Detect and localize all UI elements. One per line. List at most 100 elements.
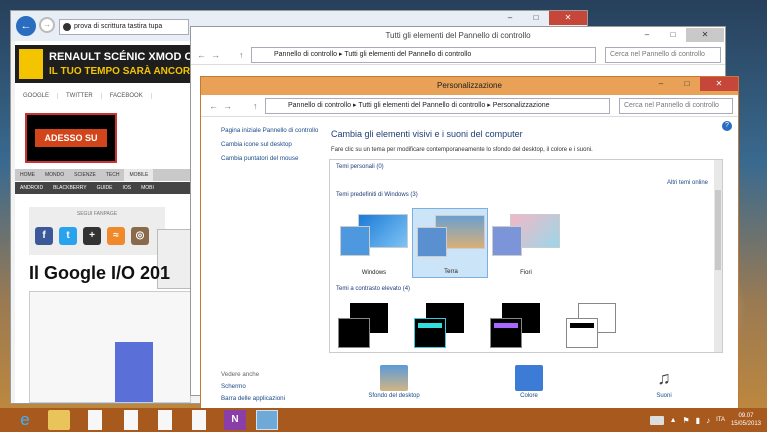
rss-icon[interactable]: ≈ bbox=[107, 227, 125, 245]
address-bar[interactable]: Pannello di controllo ▸ Tutti gli elemen… bbox=[265, 98, 610, 114]
back-arrow-icon[interactable]: ← bbox=[209, 101, 218, 111]
link-display[interactable]: Schermo bbox=[221, 381, 285, 393]
nav-scienze[interactable]: SCIENZE bbox=[69, 169, 101, 181]
internet-explorer-icon[interactable]: e bbox=[14, 410, 36, 430]
minimize-icon[interactable]: – bbox=[497, 11, 523, 25]
theme-high-contrast-1[interactable] bbox=[338, 303, 388, 348]
onenote-icon[interactable]: N bbox=[224, 410, 246, 430]
back-button[interactable]: ← bbox=[16, 16, 36, 36]
control-panel-taskbar-icon[interactable] bbox=[256, 410, 278, 430]
close-icon[interactable]: ✕ bbox=[700, 77, 738, 91]
page-description: Fare clic su un tema per modificare cont… bbox=[331, 147, 593, 153]
theme-high-contrast-black[interactable] bbox=[490, 303, 540, 348]
theme-color-swatch bbox=[492, 226, 522, 256]
document-icon[interactable] bbox=[88, 410, 102, 430]
theme-color-swatch bbox=[340, 226, 370, 256]
article-headline[interactable]: Il Google I/O 201 bbox=[29, 263, 170, 284]
language-indicator[interactable]: ITA bbox=[716, 417, 725, 423]
social-link-twitter[interactable]: TWITTER bbox=[58, 93, 102, 99]
desktop-background-label: Sfondo del desktop bbox=[368, 393, 420, 399]
network-icon[interactable]: ▮ bbox=[696, 416, 700, 425]
cp-address-bar[interactable]: Pannello di controllo ▸ Tutti gli elemen… bbox=[251, 47, 596, 63]
up-arrow-icon[interactable]: ↑ bbox=[239, 50, 244, 60]
social-link-facebook[interactable]: FACEBOOK bbox=[102, 93, 152, 99]
address-bar[interactable]: prova di scrittura tastira tupa bbox=[59, 19, 189, 35]
browser-window-controls: – □ ✕ bbox=[497, 11, 587, 25]
flag-icon[interactable]: ⚑ bbox=[683, 416, 690, 425]
volume-icon[interactable]: ♪ bbox=[706, 416, 710, 425]
minimize-icon[interactable]: – bbox=[648, 77, 674, 91]
maximize-icon[interactable]: □ bbox=[674, 77, 700, 91]
sounds-setting[interactable]: ♫ Suoni bbox=[619, 365, 709, 399]
link-control-panel-home[interactable]: Pagina iniziale Pannello di controllo bbox=[221, 127, 321, 135]
breadcrumb-item[interactable]: Tutti gli elementi del Pannello di contr… bbox=[344, 51, 471, 58]
theme-high-contrast-2[interactable] bbox=[414, 303, 464, 348]
close-icon[interactable]: ✕ bbox=[686, 28, 724, 42]
page-heading: Cambia gli elementi visivi e i suoni del… bbox=[331, 129, 523, 139]
document-icon[interactable] bbox=[192, 410, 206, 430]
ad-banner[interactable]: RENAULT SCÉNIC XMOD C IL TUO TEMPO SARÀ … bbox=[15, 45, 191, 83]
subnav-guide[interactable]: GUIDE bbox=[92, 182, 118, 194]
color-setting[interactable]: Colore bbox=[484, 365, 574, 399]
desktop-background-setting[interactable]: Sfondo del desktop bbox=[349, 365, 439, 399]
link-more-themes[interactable]: Altri temi online bbox=[667, 180, 708, 186]
breadcrumb-item[interactable]: Pannello di controllo bbox=[274, 51, 337, 58]
plus-icon[interactable]: + bbox=[83, 227, 101, 245]
keyboard-icon[interactable] bbox=[649, 415, 664, 425]
address-text: prova di scrittura tastira tupa bbox=[74, 23, 163, 30]
subnav-android[interactable]: ANDROID bbox=[15, 182, 48, 194]
notification-arrow-icon[interactable]: ▲ bbox=[670, 417, 677, 424]
back-arrow-icon[interactable]: ← bbox=[197, 50, 206, 60]
facebook-icon[interactable]: f bbox=[35, 227, 53, 245]
close-icon[interactable]: ✕ bbox=[549, 11, 587, 25]
group-personal-themes: Temi personali (0) bbox=[336, 164, 384, 170]
search-input[interactable]: Cerca nel Pannello di controllo bbox=[619, 98, 733, 114]
instagram-icon[interactable]: ◎ bbox=[131, 227, 149, 245]
theme-windows[interactable]: Windows bbox=[336, 208, 412, 278]
personalization-body: ? Pagina iniziale Pannello di controllo … bbox=[201, 117, 738, 410]
document-icon[interactable] bbox=[158, 410, 172, 430]
help-icon[interactable]: ? bbox=[722, 121, 732, 131]
ad-block[interactable]: ADESSO SU bbox=[25, 113, 117, 163]
see-also-heading: Vedere anche bbox=[221, 371, 260, 378]
maximize-icon[interactable]: □ bbox=[660, 28, 686, 42]
link-taskbar[interactable]: Barra delle applicazioni bbox=[221, 393, 285, 405]
window-title: Personalizzazione bbox=[437, 81, 502, 90]
group-high-contrast: Temi a contrasto elevato (4) bbox=[336, 286, 411, 292]
theme-high-contrast-white[interactable] bbox=[566, 303, 616, 348]
up-arrow-icon[interactable]: ↑ bbox=[253, 101, 258, 111]
breadcrumb-item[interactable]: Pannello di controllo bbox=[288, 102, 351, 109]
scrollbar[interactable] bbox=[714, 160, 722, 352]
clock[interactable]: 09.07 15/05/2013 bbox=[731, 412, 761, 428]
subnav-blackberry[interactable]: BLACKBERRY bbox=[48, 182, 92, 194]
follow-box: SEGUI FANPAGE f t + ≈ ◎ bbox=[29, 207, 165, 255]
cp-search-input[interactable]: Cerca nel Pannello di controllo bbox=[605, 47, 721, 63]
nav-tech[interactable]: TECH bbox=[101, 169, 125, 181]
color-label: Colore bbox=[520, 393, 538, 399]
link-change-desktop-icons[interactable]: Cambia icone sul desktop bbox=[221, 141, 321, 149]
clock-time: 09.07 bbox=[738, 413, 754, 419]
forward-arrow-icon[interactable]: → bbox=[223, 101, 232, 111]
forward-button[interactable]: → bbox=[39, 17, 55, 33]
nav-home[interactable]: HOME bbox=[15, 169, 40, 181]
social-link-google[interactable]: GOOGLE bbox=[15, 93, 59, 99]
file-explorer-icon[interactable] bbox=[48, 410, 70, 430]
nav-mondo[interactable]: MONDO bbox=[40, 169, 69, 181]
theme-fiori[interactable]: Fiori bbox=[488, 208, 564, 278]
sounds-label: Suoni bbox=[656, 393, 672, 399]
twitter-icon[interactable]: t bbox=[59, 227, 77, 245]
theme-color-swatch bbox=[417, 227, 447, 257]
maximize-icon[interactable]: □ bbox=[523, 11, 549, 25]
scrollbar-thumb[interactable] bbox=[715, 190, 721, 270]
subnav-mobi[interactable]: MOBI bbox=[136, 182, 159, 194]
document-icon[interactable] bbox=[124, 410, 138, 430]
subnav-ios[interactable]: IOS bbox=[117, 182, 136, 194]
nav-mobile[interactable]: MOBILE bbox=[124, 169, 154, 181]
clock-date: 15/05/2013 bbox=[730, 421, 761, 427]
breadcrumb-item[interactable]: Personalizzazione bbox=[493, 102, 550, 109]
forward-arrow-icon[interactable]: → bbox=[211, 50, 220, 60]
theme-terra[interactable]: Terra bbox=[412, 208, 488, 278]
breadcrumb-item[interactable]: Tutti gli elementi del Pannello di contr… bbox=[358, 102, 485, 109]
link-change-mouse-pointers[interactable]: Cambia puntatori del mouse bbox=[221, 155, 321, 163]
minimize-icon[interactable]: – bbox=[634, 28, 660, 42]
